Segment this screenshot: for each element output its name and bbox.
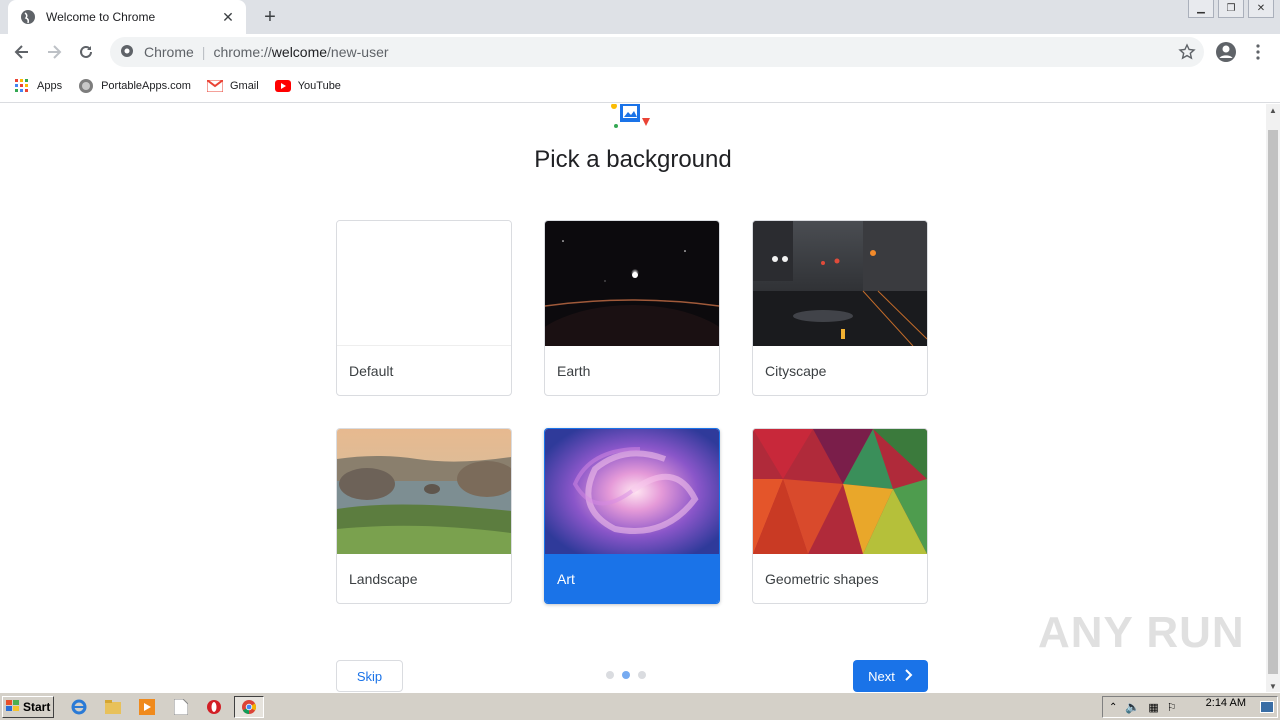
bookmark-youtube[interactable]: YouTube xyxy=(274,78,341,94)
bookmarks-bar: Apps PortableApps.com Gmail YouTube xyxy=(0,70,1280,103)
network-icon[interactable]: ▦ xyxy=(1148,701,1158,714)
system-tray: ⌃ 🔈 ▦ ⚐ xyxy=(1102,696,1278,718)
bookmark-star-icon[interactable] xyxy=(1178,43,1196,61)
earth-preview xyxy=(545,221,719,395)
step-indicator xyxy=(606,671,654,679)
menu-dots-icon[interactable] xyxy=(1248,40,1268,64)
restore-button[interactable]: ❐ xyxy=(1218,0,1244,18)
next-button[interactable]: Next xyxy=(853,660,928,692)
file-explorer-icon[interactable] xyxy=(104,698,122,716)
scroll-up-icon[interactable]: ▲ xyxy=(1269,106,1277,115)
chrome-icon xyxy=(242,700,257,715)
page-title: Pick a background xyxy=(534,146,732,173)
start-button[interactable]: Start xyxy=(2,696,54,718)
show-desktop-icon[interactable] xyxy=(1260,701,1274,713)
tab-welcome[interactable]: Welcome to Chrome ✕ xyxy=(8,0,246,34)
clock[interactable]: 2:14 AM xyxy=(1206,697,1246,709)
gmail-icon xyxy=(206,78,223,94)
media-player-icon[interactable] xyxy=(138,698,156,716)
step-dot-3 xyxy=(638,671,646,679)
bookmark-apps[interactable]: Apps xyxy=(14,78,62,94)
url-text: chrome://welcome/new-user xyxy=(213,44,389,60)
window-controls: ▁ ❐ ✕ xyxy=(1184,0,1274,18)
portableapps-icon xyxy=(78,78,94,94)
back-arrow-icon xyxy=(14,45,28,59)
chrome-logo-icon xyxy=(120,44,134,61)
vertical-scrollbar[interactable]: ▲ ▼ xyxy=(1266,104,1280,692)
browser-toolbar: Chrome | chrome://welcome/new-user xyxy=(0,34,1280,70)
close-window-button[interactable]: ✕ xyxy=(1248,0,1274,18)
default-preview xyxy=(337,221,511,346)
minimize-button[interactable]: ▁ xyxy=(1188,0,1214,18)
background-card-default[interactable]: Default xyxy=(336,220,512,396)
taskbar: Start ⌃ 🔈 ▦ ⚐ 2:14 AM xyxy=(0,692,1280,720)
step-dot-1 xyxy=(606,671,614,679)
skip-button[interactable]: Skip xyxy=(336,660,403,692)
apps-grid-icon xyxy=(14,78,30,94)
volume-icon[interactable]: 🔈 xyxy=(1125,700,1140,714)
background-card-earth[interactable]: Earth xyxy=(544,220,720,396)
security-chip: Chrome xyxy=(144,44,194,60)
landscape-preview xyxy=(337,429,511,554)
tray-expand-icon[interactable]: ⌃ xyxy=(1109,702,1117,713)
cityscape-preview xyxy=(753,221,927,347)
new-tab-button[interactable]: + xyxy=(258,6,282,28)
tab-title: Welcome to Chrome xyxy=(46,10,156,24)
chevron-right-icon xyxy=(905,668,913,684)
address-bar[interactable]: Chrome | chrome://welcome/new-user xyxy=(110,37,1204,67)
back-button[interactable] xyxy=(10,40,34,64)
background-card-art[interactable]: Art xyxy=(544,428,720,604)
page-content: Pick a background Default Earth Cityscap… xyxy=(0,104,1266,692)
chrome-taskbar-button[interactable] xyxy=(234,696,264,718)
youtube-icon xyxy=(274,78,291,94)
omnibox-separator: | xyxy=(201,44,206,60)
blank-document-icon[interactable] xyxy=(172,698,190,716)
internet-explorer-icon[interactable] xyxy=(70,698,88,716)
background-card-geometric[interactable]: Geometric shapes xyxy=(752,428,928,604)
windows-logo-icon xyxy=(6,699,20,715)
geometric-preview xyxy=(753,429,927,554)
tab-strip: Welcome to Chrome ✕ + ▁ ❐ ✕ xyxy=(0,0,1280,34)
background-card-cityscape[interactable]: Cityscape xyxy=(752,220,928,396)
opera-icon[interactable] xyxy=(205,698,223,716)
background-illustration-icon xyxy=(610,104,656,130)
scroll-down-icon[interactable]: ▼ xyxy=(1269,682,1277,691)
bookmark-portableapps[interactable]: PortableApps.com xyxy=(78,78,191,94)
watermark: ANY RUN xyxy=(1038,608,1245,657)
forward-arrow-icon xyxy=(48,45,62,59)
bookmark-gmail[interactable]: Gmail xyxy=(206,78,259,94)
globe-icon xyxy=(20,9,36,25)
reload-icon xyxy=(80,45,92,58)
tab-close-icon[interactable]: ✕ xyxy=(220,9,236,25)
scroll-thumb[interactable] xyxy=(1268,130,1278,674)
step-dot-2 xyxy=(622,671,630,679)
profile-avatar-icon[interactable] xyxy=(1214,40,1238,64)
action-center-flag-icon[interactable]: ⚐ xyxy=(1167,701,1177,714)
background-card-landscape[interactable]: Landscape xyxy=(336,428,512,604)
art-preview xyxy=(545,429,719,554)
reload-button[interactable] xyxy=(74,40,98,64)
forward-button[interactable] xyxy=(42,40,66,64)
